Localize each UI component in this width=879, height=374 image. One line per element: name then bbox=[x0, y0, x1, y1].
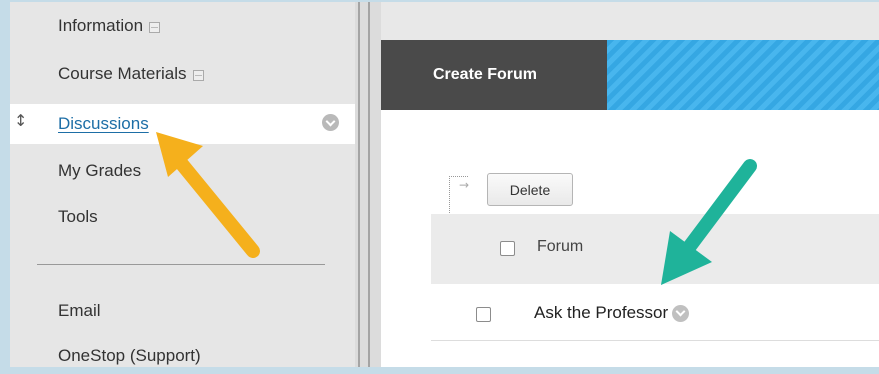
sidebar-item-tools[interactable]: Tools bbox=[10, 199, 355, 235]
sidebar-item-my-grades[interactable]: My Grades bbox=[10, 153, 355, 189]
column-header-forum: Forum bbox=[537, 238, 584, 255]
window-frame bbox=[0, 0, 879, 2]
splitter-line bbox=[358, 0, 360, 367]
sidebar-item-label: Tools bbox=[58, 207, 98, 226]
sidebar-item-label: Course Materials bbox=[58, 64, 187, 83]
sidebar-item-label: Information bbox=[58, 16, 144, 35]
content-area: Create Forum → Delete Forum Ask the Prof… bbox=[381, 0, 879, 367]
chevron-down-icon[interactable] bbox=[672, 304, 690, 322]
collapse-toggle-icon[interactable] bbox=[192, 69, 204, 81]
sidebar-item-information[interactable]: Information bbox=[10, 8, 355, 44]
row-checkbox[interactable] bbox=[476, 307, 491, 322]
drag-handle-icon[interactable]: ↕ bbox=[14, 113, 27, 129]
sidebar-item-course-materials[interactable]: Course Materials bbox=[10, 56, 355, 92]
sidebar-divider bbox=[37, 264, 325, 265]
top-bar bbox=[381, 0, 879, 40]
table-row: Ask the Professor bbox=[534, 303, 690, 323]
create-forum-button[interactable]: Create Forum bbox=[381, 40, 607, 110]
pane-splitter[interactable] bbox=[355, 0, 381, 367]
sidebar-item-onestop-support[interactable]: OneStop (Support) bbox=[10, 338, 355, 374]
window-frame bbox=[0, 0, 10, 367]
action-bar: Create Forum bbox=[381, 40, 879, 110]
sidebar-item-email[interactable]: Email bbox=[10, 293, 355, 329]
course-menu-sidebar: Information Course Materials ↕ Discussio… bbox=[10, 0, 355, 367]
sidebar-item-label: Discussions bbox=[58, 114, 149, 133]
splitter-line bbox=[368, 0, 370, 367]
sidebar-item-label: My Grades bbox=[58, 161, 142, 180]
delete-button[interactable]: Delete bbox=[487, 173, 573, 206]
forum-link-ask-the-professor[interactable]: Ask the Professor bbox=[534, 303, 668, 323]
collapse-toggle-icon[interactable] bbox=[149, 21, 161, 33]
sidebar-item-label: Email bbox=[58, 301, 101, 320]
select-all-checkbox[interactable] bbox=[500, 241, 515, 256]
table-header: Forum bbox=[431, 214, 879, 284]
row-divider bbox=[431, 340, 879, 341]
arrow-right-icon: → bbox=[459, 178, 470, 192]
sidebar-item-label: OneStop (Support) bbox=[58, 346, 201, 365]
sidebar-item-discussions[interactable]: ↕ Discussions bbox=[10, 104, 355, 144]
chevron-down-icon[interactable] bbox=[322, 114, 339, 131]
